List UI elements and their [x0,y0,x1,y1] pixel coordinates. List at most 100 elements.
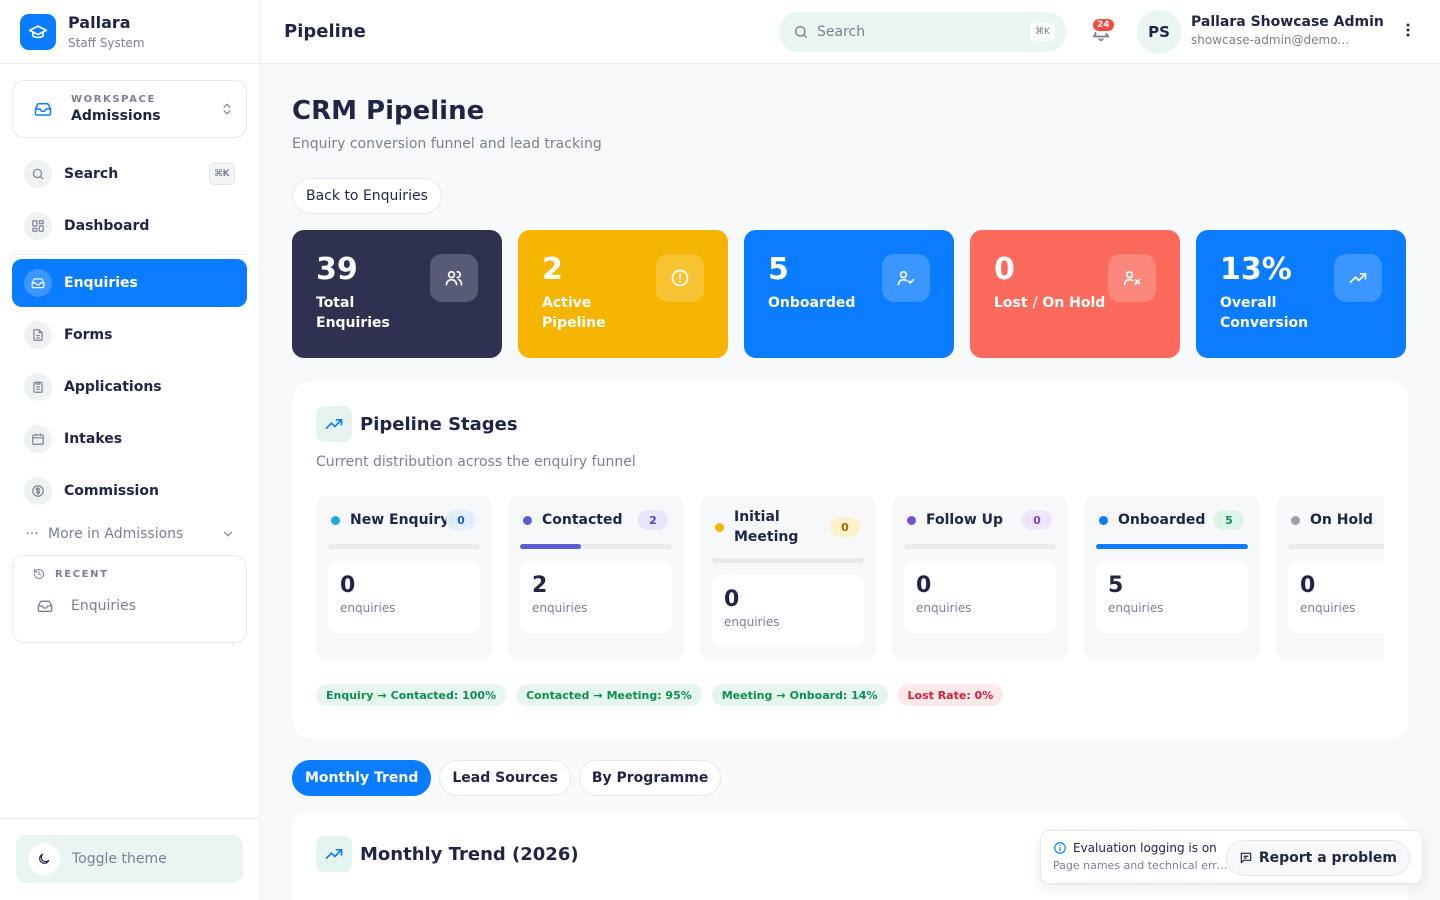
stat-cards: 39 Total Enquiries 2 Active Pipeline 5 O… [292,230,1408,358]
conversion-rates: Enquiry → Contacted: 100% Contacted → Me… [316,684,1384,706]
sidebar-item-forms[interactable]: Forms [12,311,247,359]
trending-up-icon [1334,254,1382,302]
more-in-admissions-toggle[interactable]: ··· More in Admissions [24,519,235,549]
stat-label: Active Pipeline [542,295,606,331]
stage-dot [331,515,340,525]
page-header-title: Pipeline [284,21,366,42]
stage-unit: enquiries [1108,601,1164,615]
stage-progress [1288,544,1384,549]
inbox-icon [24,269,52,297]
stage-card[interactable]: Contacted 2 2 enquiries [508,496,684,660]
clipboard-icon [24,373,52,401]
report-problem-button[interactable]: Report a problem [1225,840,1410,876]
stage-card[interactable]: Onboarded 5 5 enquiries [1084,496,1260,660]
stat-label: Onboarded [768,295,856,311]
stage-value: 0 [916,573,932,598]
search-shortcut: ⌘K [1030,23,1055,41]
search-input[interactable]: Search ⌘K [779,12,1067,52]
tab-monthly-trend[interactable]: Monthly Trend [292,760,432,796]
stage-progress [520,544,672,549]
more-vertical-icon[interactable] [1406,22,1410,41]
stage-card[interactable]: On Hold 0 0 enquiries [1276,496,1384,660]
sidebar-item-dashboard[interactable]: Dashboard [12,202,247,250]
inbox-icon [33,99,53,119]
tab-lead-sources[interactable]: Lead Sources [439,760,571,796]
workspace-value: Admissions [71,108,161,124]
sidebar-item-intakes[interactable]: Intakes [12,415,247,463]
stage-value: 5 [1108,573,1124,598]
main-content: Pipeline Search ⌘K 24 PS Pallara Showcas… [260,0,1440,900]
panel-title: Pipeline Stages [360,413,518,435]
sidebar-item-search[interactable]: Search ⌘K [12,150,247,198]
stage-name: Follow Up [926,512,1004,528]
chart-tabs: Monthly Trend Lead Sources By Programme [292,760,1408,796]
sidebar-item-label: Forms [64,327,113,343]
brand-name: Pallara [68,13,131,32]
panel-title: Monthly Trend (2026) [360,843,579,865]
users-icon [430,254,478,302]
page-subtitle: Enquiry conversion funnel and lead track… [292,136,602,152]
page-content: CRM Pipeline Enquiry conversion funnel a… [260,64,1440,900]
lost-rate-badge: Lost Rate: 0% [897,684,1004,706]
nav-divider [12,254,247,255]
stage-name: New Enquiry [350,512,450,528]
stage-card[interactable]: Follow Up 0 0 enquiries [892,496,1068,660]
stage-count-badge: 5 [1214,510,1244,530]
tab-by-programme[interactable]: By Programme [578,760,722,796]
stage-progress-fill [520,544,581,549]
page-title: CRM Pipeline [292,96,485,126]
search-icon [793,24,809,40]
stat-label: Total Enquiries [316,295,390,331]
stage-name: Initial Meeting [734,509,799,545]
sidebar-item-label: Applications [64,379,162,395]
stage-unit: enquiries [532,601,588,615]
notification-badge: 24 [1091,17,1116,33]
moon-icon [28,843,60,875]
stage-card[interactable]: New Enquiry 0 0 enquiries [316,496,492,660]
stage-value: 0 [1300,573,1316,598]
brand-subtitle: Staff System [68,36,145,50]
workspace-switcher[interactable]: WORKSPACE Admissions [12,80,247,138]
panel-subtitle: Current distribution across the enquiry … [316,454,636,470]
arrow-right-icon: → [377,688,387,702]
user-x-icon [1108,254,1156,302]
stat-card-active: 2 Active Pipeline [518,230,728,358]
workspace-label: WORKSPACE [71,94,156,105]
stage-dot [1099,515,1108,525]
sidebar-item-label: Commission [64,483,159,499]
recent-title: RECENT [33,568,226,580]
toast-title: Evaluation logging is on [1073,841,1217,855]
stat-card-conversion: 13% Overall Conversion [1196,230,1406,358]
stage-value: 0 [724,587,740,612]
stage-count-badge: 0 [830,517,860,537]
sidebar-item-label: Dashboard [64,218,150,234]
sidebar-item-label: Search [64,166,119,182]
recent-item-enquiries[interactable]: Enquiries [33,598,226,614]
evaluation-logging-toast: Evaluation logging is on Page names and … [1040,830,1423,884]
message-square-icon [1239,851,1253,865]
history-icon [33,568,45,580]
stage-unit: enquiries [724,615,780,629]
stage-name: Onboarded [1118,512,1206,528]
avatar[interactable]: PS [1137,10,1181,54]
stage-count-badge: 2 [638,510,668,530]
rate-badge: Enquiry → Contacted: 100% [316,684,507,706]
recent-section: RECENT Enquiries [12,555,247,643]
sidebar-item-enquiries[interactable]: Enquiries [12,259,247,307]
sidebar-item-applications[interactable]: Applications [12,363,247,411]
stage-card[interactable]: Initial Meeting 0 0 enquiries [700,496,876,660]
user-info[interactable]: Pallara Showcase Admin showcase-admin@de… [1191,14,1384,47]
sidebar-item-commission[interactable]: Commission [12,467,247,515]
stage-unit: enquiries [916,601,972,615]
user-check-icon [882,254,930,302]
back-to-enquiries-button[interactable]: Back to Enquiries [292,178,442,214]
stat-label: Overall Conversion [1220,295,1309,331]
arrow-right-icon: → [776,688,786,702]
toast-subtitle: Page names and technical errors are logg… [1053,859,1229,872]
user-name: Pallara Showcase Admin [1191,14,1384,30]
sidebar-item-label: Intakes [64,431,123,447]
stage-count-badge: 0 [446,510,476,530]
toggle-theme-button[interactable]: Toggle theme [16,835,243,883]
trending-up-icon [316,406,352,442]
chevron-down-icon [221,527,235,545]
